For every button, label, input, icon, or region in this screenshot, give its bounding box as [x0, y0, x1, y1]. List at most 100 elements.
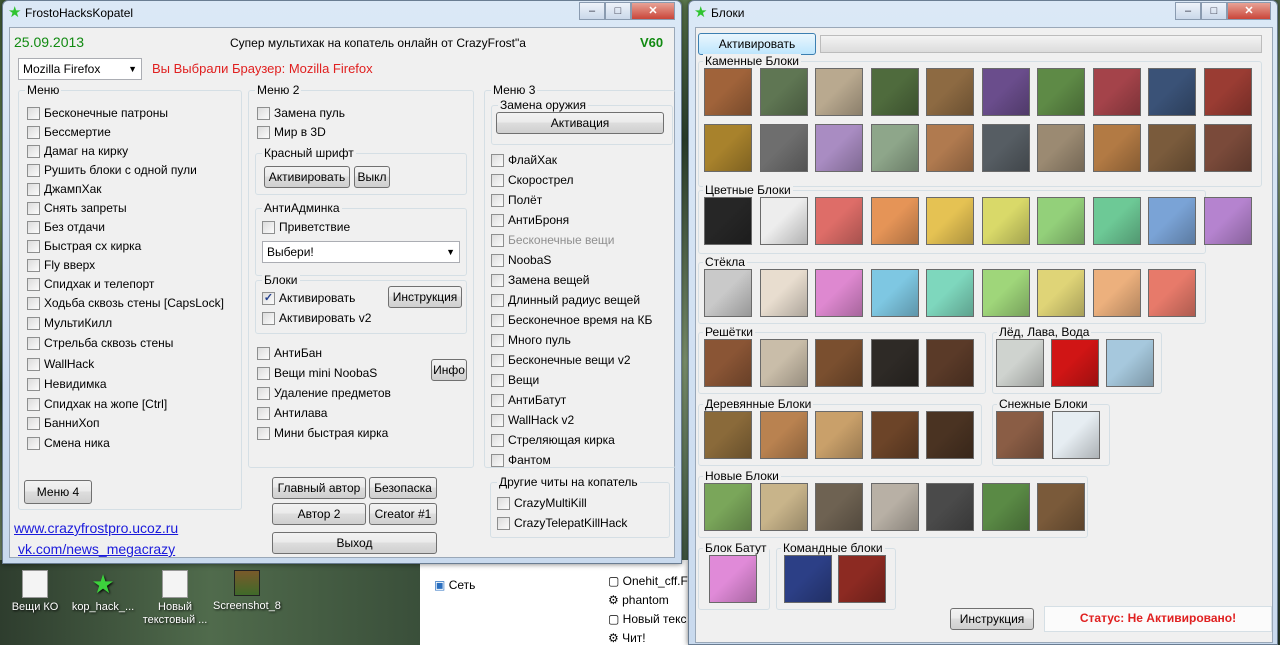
- block-tile-ice[interactable]: [996, 339, 1044, 387]
- main-author-button[interactable]: Главный автор: [272, 477, 366, 499]
- desktop-icon-screenshot[interactable]: Screenshot_8: [212, 570, 282, 613]
- menu2-extra-checkbox[interactable]: Мини быстрая кирка: [257, 425, 388, 441]
- weapon-activate-button[interactable]: Активация: [496, 112, 664, 134]
- desktop-icon-new-text[interactable]: Новый текстовый ...: [140, 570, 210, 627]
- desktop-icon-items-ko[interactable]: Вещи КО: [0, 570, 70, 614]
- menu3-checkbox[interactable]: NoobaS: [491, 252, 551, 268]
- maximize-button[interactable]: □: [1201, 2, 1227, 20]
- block-tile-stone[interactable]: [815, 124, 863, 172]
- menu3-checkbox[interactable]: Полёт: [491, 192, 542, 208]
- block-tile-stone[interactable]: [926, 68, 974, 116]
- menu3-checkbox[interactable]: Бесконечное время на КБ: [491, 312, 652, 328]
- menu1-checkbox[interactable]: Быстрая сх кирка: [27, 238, 141, 254]
- menu3-checkbox[interactable]: Замена вещей: [491, 272, 590, 288]
- block-tile-stone[interactable]: [1037, 68, 1085, 116]
- block-tile-new[interactable]: [759, 483, 808, 531]
- block-tile-stone[interactable]: [759, 124, 808, 172]
- block-tile-colored[interactable]: [815, 197, 863, 245]
- menu1-checkbox[interactable]: Снять запреты: [27, 200, 127, 216]
- block-tile-stone[interactable]: [1203, 68, 1252, 116]
- menu3-checkbox[interactable]: Стреляющая кирка: [491, 432, 615, 448]
- block-tile-team[interactable]: [784, 555, 832, 603]
- block-tile-trampoline[interactable]: [709, 555, 757, 603]
- menu1-checkbox[interactable]: Спидхак на жопе [Ctrl]: [27, 396, 167, 412]
- block-tile-new[interactable]: [870, 483, 919, 531]
- menu1-checkbox[interactable]: Смена ника: [27, 435, 110, 451]
- block-tile-colored[interactable]: [981, 197, 1030, 245]
- block-tile-glass[interactable]: [815, 269, 863, 317]
- blocks-help-button[interactable]: Инструкция: [950, 608, 1034, 630]
- menu2-extra-checkbox[interactable]: Антилава: [257, 405, 327, 421]
- menu3-checkbox[interactable]: Бесконечные вещи: [491, 232, 615, 248]
- checkbox-greeting[interactable]: Приветствие: [262, 219, 350, 235]
- file-item[interactable]: ⚙ phantom: [608, 591, 688, 610]
- block-tile-colored[interactable]: [1148, 197, 1196, 245]
- menu1-checkbox[interactable]: WallHack: [27, 356, 94, 372]
- menu3-checkbox[interactable]: WallHack v2: [491, 412, 574, 428]
- menu3-checkbox[interactable]: ФлайХак: [491, 152, 557, 168]
- block-tile-stone[interactable]: [926, 124, 974, 172]
- block-tile-wood[interactable]: [870, 411, 919, 459]
- exit-button[interactable]: Выход: [272, 532, 437, 554]
- menu1-checkbox[interactable]: Невидимка: [27, 376, 107, 392]
- block-tile-stone[interactable]: [815, 68, 863, 116]
- vk-link[interactable]: vk.com/news_megacrazy: [18, 541, 175, 557]
- file-item[interactable]: ▢ Onehit_cff.F: [608, 572, 688, 591]
- block-tile-grates[interactable]: [759, 339, 808, 387]
- menu1-checkbox[interactable]: Рушить блоки с одной пули: [27, 162, 197, 178]
- menu1-checkbox[interactable]: Спидхак и телепорт: [27, 276, 154, 292]
- block-tile-colored[interactable]: [1203, 197, 1252, 245]
- block-tile-wood[interactable]: [759, 411, 808, 459]
- block-tile-stone[interactable]: [704, 68, 752, 116]
- block-tile-grates[interactable]: [870, 339, 919, 387]
- menu3-checkbox[interactable]: Много пуль: [491, 332, 571, 348]
- block-tile-new[interactable]: [926, 483, 974, 531]
- block-tile-stone[interactable]: [870, 124, 919, 172]
- block-tile-stone[interactable]: [981, 124, 1030, 172]
- checkbox-world-3d[interactable]: Мир в 3D: [257, 124, 326, 140]
- creator-button[interactable]: Creator #1: [369, 503, 437, 525]
- sidebar-item-network[interactable]: ▣ Сеть: [434, 578, 475, 592]
- menu1-checkbox[interactable]: Дамаг на кирку: [27, 143, 128, 159]
- menu1-checkbox[interactable]: Ходьба сквозь стены [CapsLock]: [27, 295, 224, 311]
- safety-button[interactable]: Безопаска: [369, 477, 437, 499]
- menu1-checkbox[interactable]: Fly вверх: [27, 257, 95, 273]
- red-font-off-button[interactable]: Выкл: [354, 166, 390, 188]
- menu1-checkbox[interactable]: Стрельба сквозь стены: [27, 335, 173, 351]
- desktop-icon-kop-hack[interactable]: ★ kop_hack_...: [68, 570, 138, 614]
- block-tile-colored[interactable]: [1037, 197, 1085, 245]
- block-tile-ice[interactable]: [1106, 339, 1154, 387]
- block-tile-glass[interactable]: [1148, 269, 1196, 317]
- block-tile-glass[interactable]: [926, 269, 974, 317]
- block-tile-new[interactable]: [704, 483, 752, 531]
- maximize-button[interactable]: □: [605, 2, 631, 20]
- checkbox-crazy-telepat[interactable]: CrazyTelepatKillHack: [497, 515, 627, 531]
- close-button[interactable]: ✕: [1227, 2, 1271, 20]
- block-tile-glass[interactable]: [1092, 269, 1141, 317]
- blocks-activate-button[interactable]: Активировать: [698, 33, 816, 55]
- block-tile-colored[interactable]: [926, 197, 974, 245]
- block-tile-glass[interactable]: [1037, 269, 1085, 317]
- block-tile-stone[interactable]: [759, 68, 808, 116]
- block-tile-stone[interactable]: [1203, 124, 1252, 172]
- block-tile-grates[interactable]: [815, 339, 863, 387]
- menu3-checkbox[interactable]: АнтиБатут: [491, 392, 566, 408]
- block-tile-stone[interactable]: [981, 68, 1030, 116]
- block-tile-stone[interactable]: [704, 124, 752, 172]
- red-font-activate-button[interactable]: Активировать: [264, 166, 350, 188]
- browser-select[interactable]: Mozilla Firefox ▼: [18, 58, 142, 80]
- block-tile-glass[interactable]: [981, 269, 1030, 317]
- menu3-checkbox[interactable]: Длинный радиус вещей: [491, 292, 640, 308]
- block-tile-colored[interactable]: [759, 197, 808, 245]
- info-button[interactable]: Инфо: [431, 359, 467, 381]
- close-button[interactable]: ✕: [631, 2, 675, 20]
- block-tile-stone[interactable]: [1092, 124, 1141, 172]
- block-tile-grates[interactable]: [704, 339, 752, 387]
- block-tile-snow[interactable]: [996, 411, 1044, 459]
- menu1-checkbox[interactable]: Бессмертие: [27, 124, 111, 140]
- minimize-button[interactable]: –: [579, 2, 605, 20]
- antiadmin-select[interactable]: Выбери! ▼: [262, 241, 460, 263]
- block-tile-team[interactable]: [838, 555, 886, 603]
- menu2-extra-checkbox[interactable]: Удаление предметов: [257, 385, 391, 401]
- menu4-button[interactable]: Меню 4: [24, 480, 92, 504]
